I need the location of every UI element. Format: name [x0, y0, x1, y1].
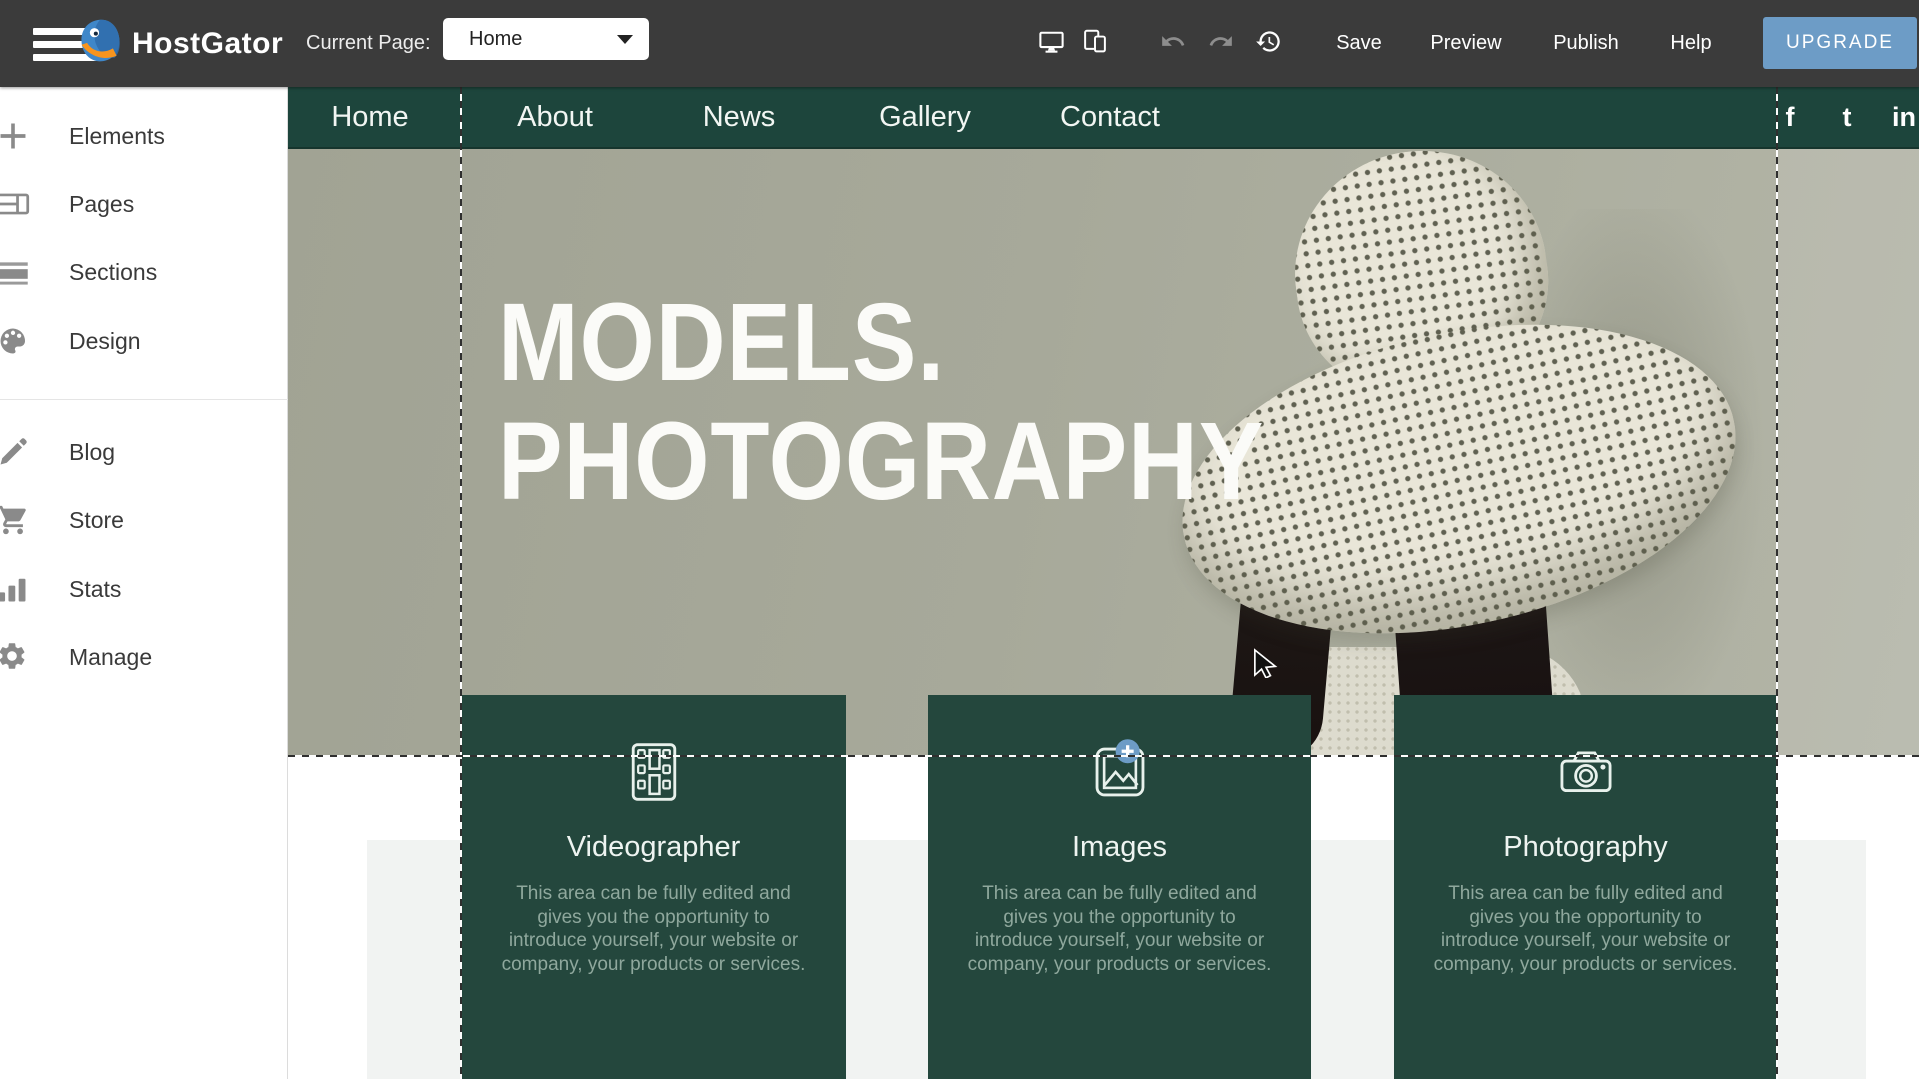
gear-icon	[0, 640, 30, 674]
undo-icon[interactable]	[1160, 28, 1186, 59]
editor-canvas: Home About News Gallery Contact f t in M…	[288, 87, 1919, 1079]
chevron-down-icon	[617, 35, 633, 44]
selection-guide-bottom	[288, 755, 1919, 757]
site-nav-about[interactable]: About	[517, 87, 593, 147]
preview-button[interactable]: Preview	[1430, 0, 1501, 87]
mobile-preview-icon[interactable]	[1081, 28, 1109, 60]
hero-title[interactable]: MODELS. PHOTOGRAPHY	[498, 283, 1264, 521]
twitter-icon[interactable]: t	[1843, 87, 1852, 147]
card-title: Videographer	[461, 831, 846, 864]
page-selector-value: Home	[469, 28, 522, 51]
hostgator-gator-icon	[76, 17, 132, 70]
sidebar-item-label: Stats	[69, 569, 121, 609]
sidebar-item-label: Design	[69, 321, 141, 361]
sidebar-item-manage[interactable]: Manage	[0, 637, 288, 677]
selection-guide-right	[1776, 87, 1778, 1079]
feature-card-videographer[interactable]: Videographer This area can be fully edit…	[461, 695, 846, 1079]
plus-icon	[0, 119, 30, 153]
card-title: Photography	[1394, 831, 1777, 864]
current-page-label: Current Page:	[306, 0, 431, 87]
sidebar-item-label: Pages	[69, 184, 134, 224]
upgrade-button[interactable]: UPGRADE	[1763, 17, 1917, 69]
selection-guide-left	[460, 87, 462, 1079]
hero-title-line2: PHOTOGRAPHY	[498, 402, 1264, 521]
save-button[interactable]: Save	[1336, 0, 1382, 87]
sidebar-item-sections[interactable]: Sections	[0, 252, 288, 292]
sidebar-divider	[0, 399, 288, 400]
cart-icon	[0, 503, 30, 537]
image-add-icon	[928, 737, 1311, 807]
hostgator-builder: HostGator Current Page: Home	[0, 0, 1919, 1079]
hero-title-line1: MODELS.	[498, 283, 1264, 402]
pages-icon	[0, 187, 30, 221]
film-icon	[461, 737, 846, 807]
version-history-icon[interactable]	[1255, 28, 1282, 60]
facebook-icon[interactable]: f	[1786, 87, 1795, 147]
help-button[interactable]: Help	[1670, 0, 1711, 87]
sidebar-item-design[interactable]: Design	[0, 321, 288, 361]
sidebar-item-elements[interactable]: Elements	[0, 116, 288, 156]
page-selector[interactable]: Home	[443, 18, 649, 60]
topbar: HostGator Current Page: Home	[0, 0, 1919, 87]
sidebar-item-pages[interactable]: Pages	[0, 184, 288, 224]
camera-icon	[1394, 737, 1777, 807]
sidebar-item-label: Store	[69, 500, 124, 540]
redo-icon[interactable]	[1208, 28, 1234, 59]
desktop-preview-icon[interactable]	[1038, 29, 1065, 59]
bar-chart-icon	[0, 572, 30, 606]
palette-icon	[0, 324, 30, 358]
sidebar-item-label: Sections	[69, 252, 157, 292]
sidebar: Elements Pages Sections	[0, 87, 288, 1079]
site-nav-news[interactable]: News	[703, 87, 776, 147]
site-navbar[interactable]: Home About News Gallery Contact f t in	[288, 87, 1919, 149]
sections-icon	[0, 255, 30, 289]
feature-card-photography[interactable]: Photography This area can be fully edite…	[1394, 695, 1777, 1079]
publish-button[interactable]: Publish	[1553, 0, 1619, 87]
hero-wall-light	[1776, 149, 1919, 757]
sidebar-item-store[interactable]: Store	[0, 500, 288, 540]
site-nav-gallery[interactable]: Gallery	[879, 87, 971, 147]
feature-card-images[interactable]: Images This area can be fully edited and…	[928, 695, 1311, 1079]
site-nav-contact[interactable]: Contact	[1060, 87, 1160, 147]
linkedin-icon[interactable]: in	[1892, 87, 1916, 147]
card-title: Images	[928, 831, 1311, 864]
brand-name: HostGator	[132, 27, 283, 61]
mouse-cursor	[1253, 648, 1279, 683]
pencil-icon	[0, 435, 30, 469]
sidebar-item-label: Manage	[69, 637, 152, 677]
card-body: This area can be fully edited and gives …	[1429, 882, 1743, 976]
sidebar-item-stats[interactable]: Stats	[0, 569, 288, 609]
hostgator-logo[interactable]: HostGator	[76, 0, 283, 87]
hero-section[interactable]: MODELS. PHOTOGRAPHY	[288, 149, 1919, 757]
sidebar-item-label: Blog	[69, 432, 115, 472]
sidebar-item-label: Elements	[69, 116, 165, 156]
site-nav-home[interactable]: Home	[331, 87, 408, 147]
card-body: This area can be fully edited and gives …	[963, 882, 1277, 976]
card-body: This area can be fully edited and gives …	[497, 882, 811, 976]
sidebar-item-blog[interactable]: Blog	[0, 432, 288, 472]
